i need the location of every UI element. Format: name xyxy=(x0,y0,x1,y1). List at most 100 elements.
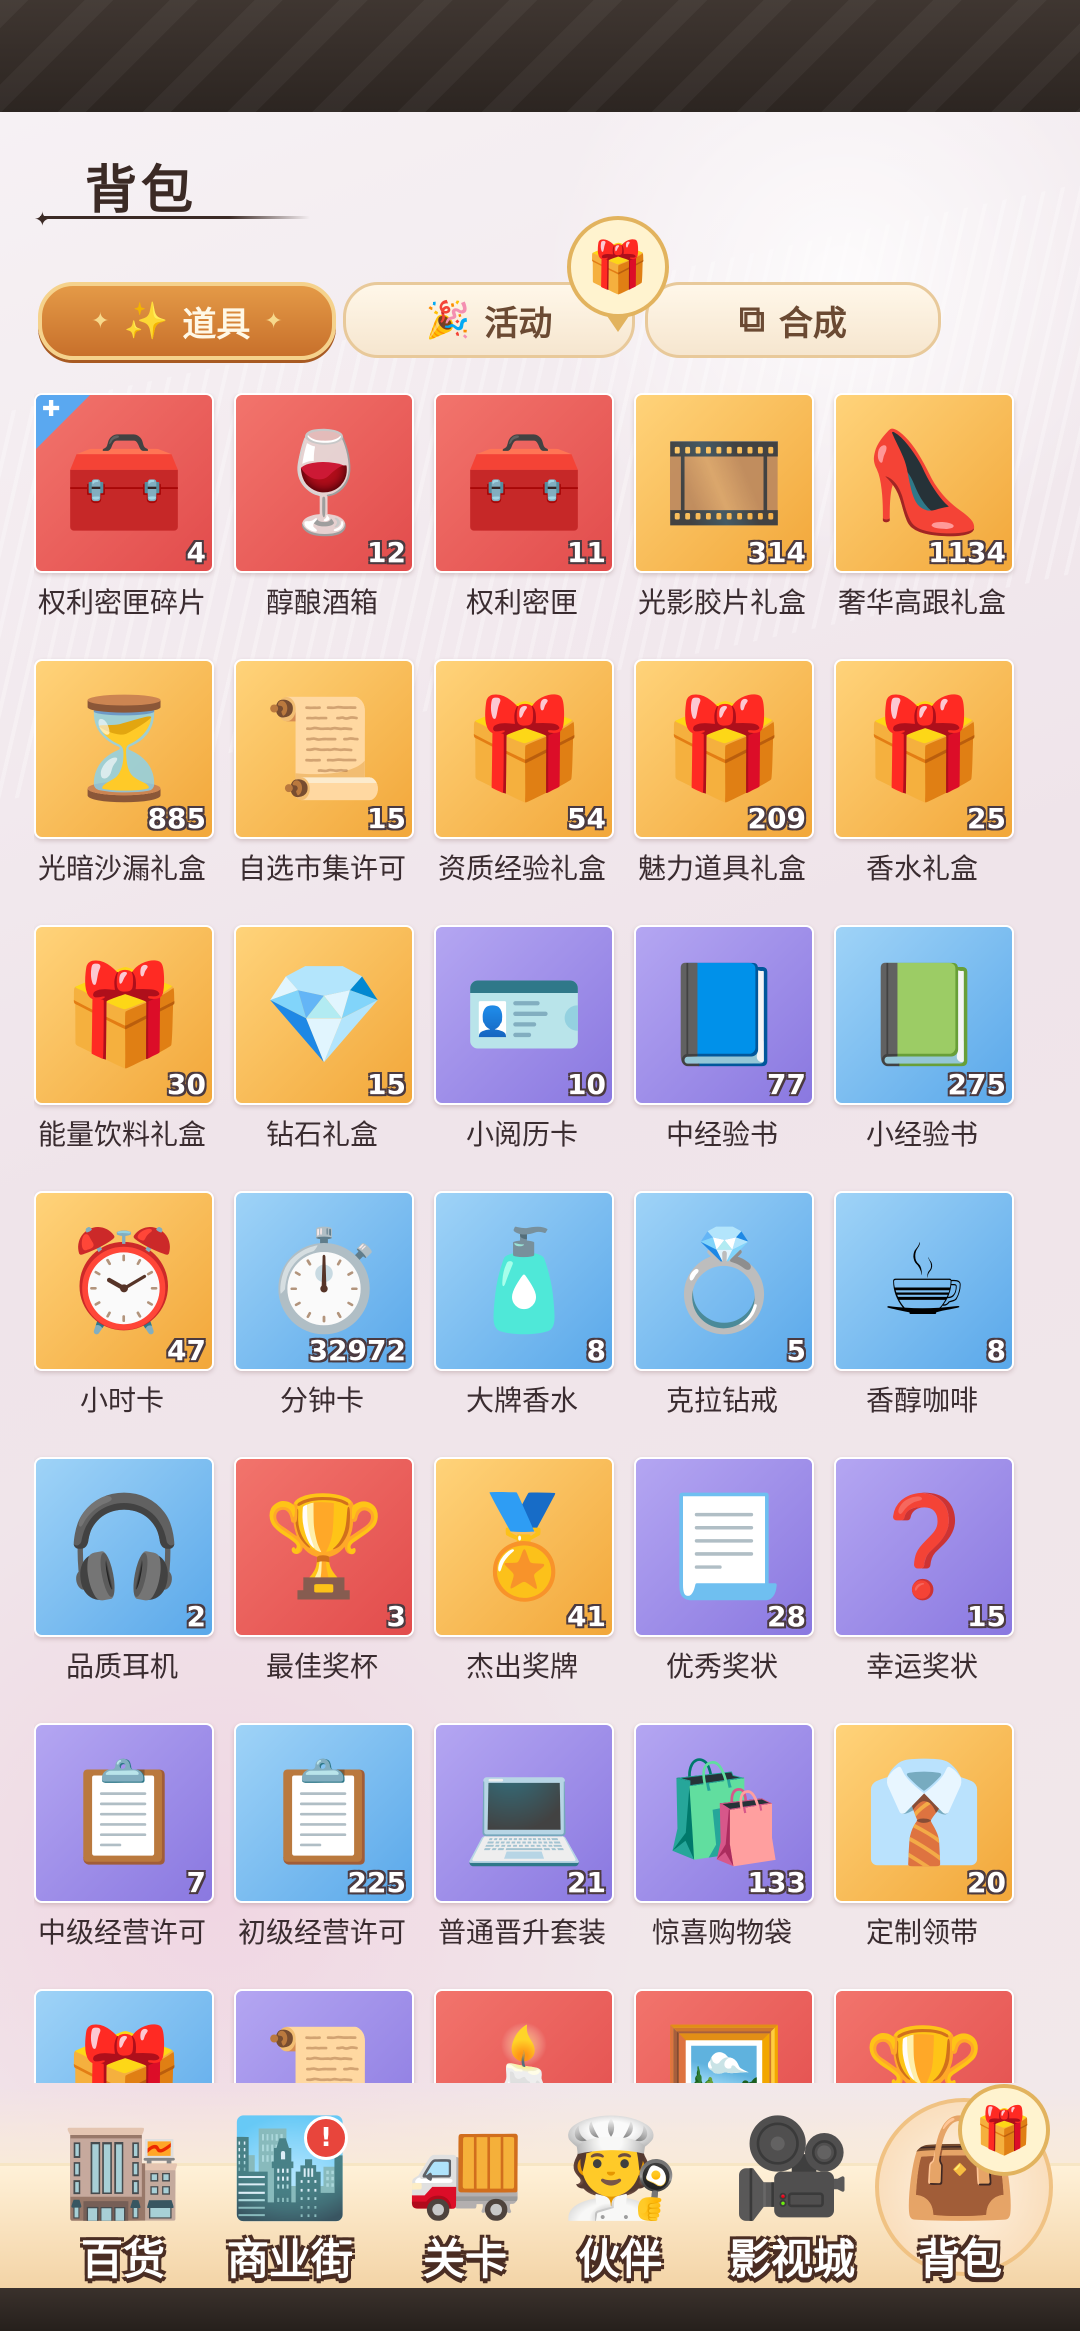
tab-items[interactable]: ✦ ✨ 道具 ✦ xyxy=(38,282,336,360)
item-slot[interactable]: 📋 225 初级经营许可 xyxy=(234,1723,414,1989)
item-quantity: 3 xyxy=(386,1600,406,1633)
item-slot[interactable]: 🎁 xyxy=(34,1989,214,2083)
item-slot[interactable]: 🎁 54 资质经验礼盒 xyxy=(434,659,614,925)
item-slot[interactable]: 📜 15 自选市集许可 xyxy=(234,659,414,925)
item-card[interactable]: 🎁 25 xyxy=(834,659,1014,839)
item-slot[interactable]: ❓ 15 幸运奖状 xyxy=(834,1457,1014,1723)
item-slot[interactable]: 🪪 10 小阅历卡 xyxy=(434,925,614,1191)
item-card[interactable]: 🛍️ 133 xyxy=(634,1723,814,1903)
item-slot[interactable]: 🏆 3 最佳奖杯 xyxy=(234,1457,414,1723)
item-card[interactable]: 🍷 12 xyxy=(234,393,414,573)
item-card[interactable]: 🪪 10 xyxy=(434,925,614,1105)
item-card[interactable]: 🎧 2 xyxy=(34,1457,214,1637)
item-card[interactable]: 🎁 xyxy=(34,1989,214,2083)
item-quantity: 47 xyxy=(167,1334,206,1367)
item-card[interactable]: 🎁 54 xyxy=(434,659,614,839)
item-quantity: 32972 xyxy=(308,1334,406,1367)
item-card[interactable]: 📘 77 xyxy=(634,925,814,1105)
item-card[interactable]: 🎁 209 xyxy=(634,659,814,839)
item-card[interactable]: 📃 28 xyxy=(634,1457,814,1637)
item-slot[interactable]: 📗 275 小经验书 xyxy=(834,925,1014,1191)
item-card[interactable]: 🧴 8 xyxy=(434,1191,614,1371)
nav-business-street[interactable]: 🏙️! 商业街 xyxy=(210,2108,370,2288)
item-card[interactable]: ⏳ 885 xyxy=(34,659,214,839)
item-slot[interactable]: 💻 21 普通晋升套装 xyxy=(434,1723,614,1989)
nav-film-city[interactable]: 🎥 影视城 xyxy=(712,2108,872,2288)
item-name: 中级经营许可 xyxy=(37,1916,206,1949)
item-card[interactable]: 💎 15 xyxy=(234,925,414,1105)
item-grid: ✚ 🧰 4 权利密匣碎片 🍷 12 醇酿酒箱 🧰 11 权利密匣 🎞️ 314 光影胶片礼盒 👠 1134 奢… xyxy=(34,393,1054,2083)
item-slot[interactable]: 🕯️ xyxy=(434,1989,614,2083)
item-slot[interactable]: 🧰 11 权利密匣 xyxy=(434,393,614,659)
item-name: 大牌香水 xyxy=(465,1384,578,1417)
item-slot[interactable]: 📃 28 优秀奖状 xyxy=(634,1457,814,1723)
item-slot[interactable]: 📜 xyxy=(234,1989,414,2083)
item-card[interactable]: 🏆 3 xyxy=(234,1457,414,1637)
item-card[interactable]: 📜 15 xyxy=(234,659,414,839)
item-quantity: 77 xyxy=(767,1068,806,1101)
tab-synthesis[interactable]: ⧉ 合成 xyxy=(645,282,941,358)
event-gift-icon[interactable]: 🎁 xyxy=(567,216,669,332)
item-slot[interactable]: 🛍️ 133 惊喜购物袋 xyxy=(634,1723,814,1989)
item-card[interactable]: 📋 225 xyxy=(234,1723,414,1903)
item-card[interactable]: ✚ 🧰 4 xyxy=(34,393,214,573)
item-slot[interactable]: 👠 1134 奢华高跟礼盒 xyxy=(834,393,1014,659)
item-slot[interactable]: 🍷 12 醇酿酒箱 xyxy=(234,393,414,659)
item-quantity: 1134 xyxy=(928,536,1006,569)
item-name: 资质经验礼盒 xyxy=(437,852,606,885)
nav-label: 商业街 xyxy=(226,2235,353,2284)
title-underline xyxy=(40,216,310,219)
item-quantity: 275 xyxy=(947,1068,1006,1101)
item-card[interactable]: 💻 21 xyxy=(434,1723,614,1903)
item-slot[interactable]: 🏆 xyxy=(834,1989,1014,2083)
item-card[interactable]: ⏱️ 32972 xyxy=(234,1191,414,1371)
item-card[interactable]: 📜 xyxy=(234,1989,414,2083)
item-slot[interactable]: 💎 15 钻石礼盒 xyxy=(234,925,414,1191)
item-card[interactable]: 🕯️ xyxy=(434,1989,614,2083)
item-card[interactable]: 📗 275 xyxy=(834,925,1014,1105)
item-slot[interactable]: ☕ 8 香醇咖啡 xyxy=(834,1191,1014,1457)
item-slot[interactable]: 🎧 2 品质耳机 xyxy=(34,1457,214,1723)
item-slot[interactable]: 🏅 41 杰出奖牌 xyxy=(434,1457,614,1723)
item-slot[interactable]: 🎞️ 314 光影胶片礼盒 xyxy=(634,393,814,659)
item-card[interactable]: 🏆 xyxy=(834,1989,1014,2083)
top-frame xyxy=(0,0,1080,112)
item-quantity: 12 xyxy=(367,536,406,569)
nav-department-store[interactable]: 🏬 百货 xyxy=(43,2108,203,2288)
item-slot[interactable]: ⏳ 885 光暗沙漏礼盒 xyxy=(34,659,214,925)
nav-partners[interactable]: 🧑‍🍳 伙伴 xyxy=(540,2108,700,2288)
item-slot[interactable]: 🎁 30 能量饮料礼盒 xyxy=(34,925,214,1191)
item-slot[interactable]: 🧴 8 大牌香水 xyxy=(434,1191,614,1457)
item-name: 分钟卡 xyxy=(279,1384,364,1417)
item-slot[interactable]: ✚ 🧰 4 权利密匣碎片 xyxy=(34,393,214,659)
nav-gift-icon[interactable]: 🎁 xyxy=(958,2084,1050,2176)
item-card[interactable]: 🎞️ 314 xyxy=(634,393,814,573)
notification-badge: ! xyxy=(304,2116,348,2160)
item-card[interactable]: 👠 1134 xyxy=(834,393,1014,573)
item-quantity: 30 xyxy=(167,1068,206,1101)
item-quantity: 15 xyxy=(967,1600,1006,1633)
item-card[interactable]: ☕ 8 xyxy=(834,1191,1014,1371)
nav-levels[interactable]: 🚚 关卡 xyxy=(385,2108,545,2288)
item-card[interactable]: 👔 20 xyxy=(834,1723,1014,1903)
item-card[interactable]: 🎁 30 xyxy=(34,925,214,1105)
item-card[interactable]: 📋 7 xyxy=(34,1723,214,1903)
item-slot[interactable]: 📘 77 中经验书 xyxy=(634,925,814,1191)
item-slot[interactable]: 🎁 209 魅力道具礼盒 xyxy=(634,659,814,925)
item-slot[interactable]: ⏰ 47 小时卡 xyxy=(34,1191,214,1457)
item-quantity: 25 xyxy=(967,802,1006,835)
item-card[interactable]: 💍 5 xyxy=(634,1191,814,1371)
item-card[interactable]: ❓ 15 xyxy=(834,1457,1014,1637)
item-name: 小经验书 xyxy=(865,1118,978,1151)
item-card[interactable]: ⏰ 47 xyxy=(34,1191,214,1371)
item-card[interactable]: 🏅 41 xyxy=(434,1457,614,1637)
item-card[interactable]: 🖼️ xyxy=(634,1989,814,2083)
item-slot[interactable]: 🎁 25 香水礼盒 xyxy=(834,659,1014,925)
item-slot[interactable]: 🖼️ xyxy=(634,1989,814,2083)
tab-events-label: 活动 xyxy=(484,303,553,344)
item-slot[interactable]: 💍 5 克拉钻戒 xyxy=(634,1191,814,1457)
item-slot[interactable]: 👔 20 定制领带 xyxy=(834,1723,1014,1989)
item-slot[interactable]: 📋 7 中级经营许可 xyxy=(34,1723,214,1989)
item-slot[interactable]: ⏱️ 32972 分钟卡 xyxy=(234,1191,414,1457)
item-card[interactable]: 🧰 11 xyxy=(434,393,614,573)
